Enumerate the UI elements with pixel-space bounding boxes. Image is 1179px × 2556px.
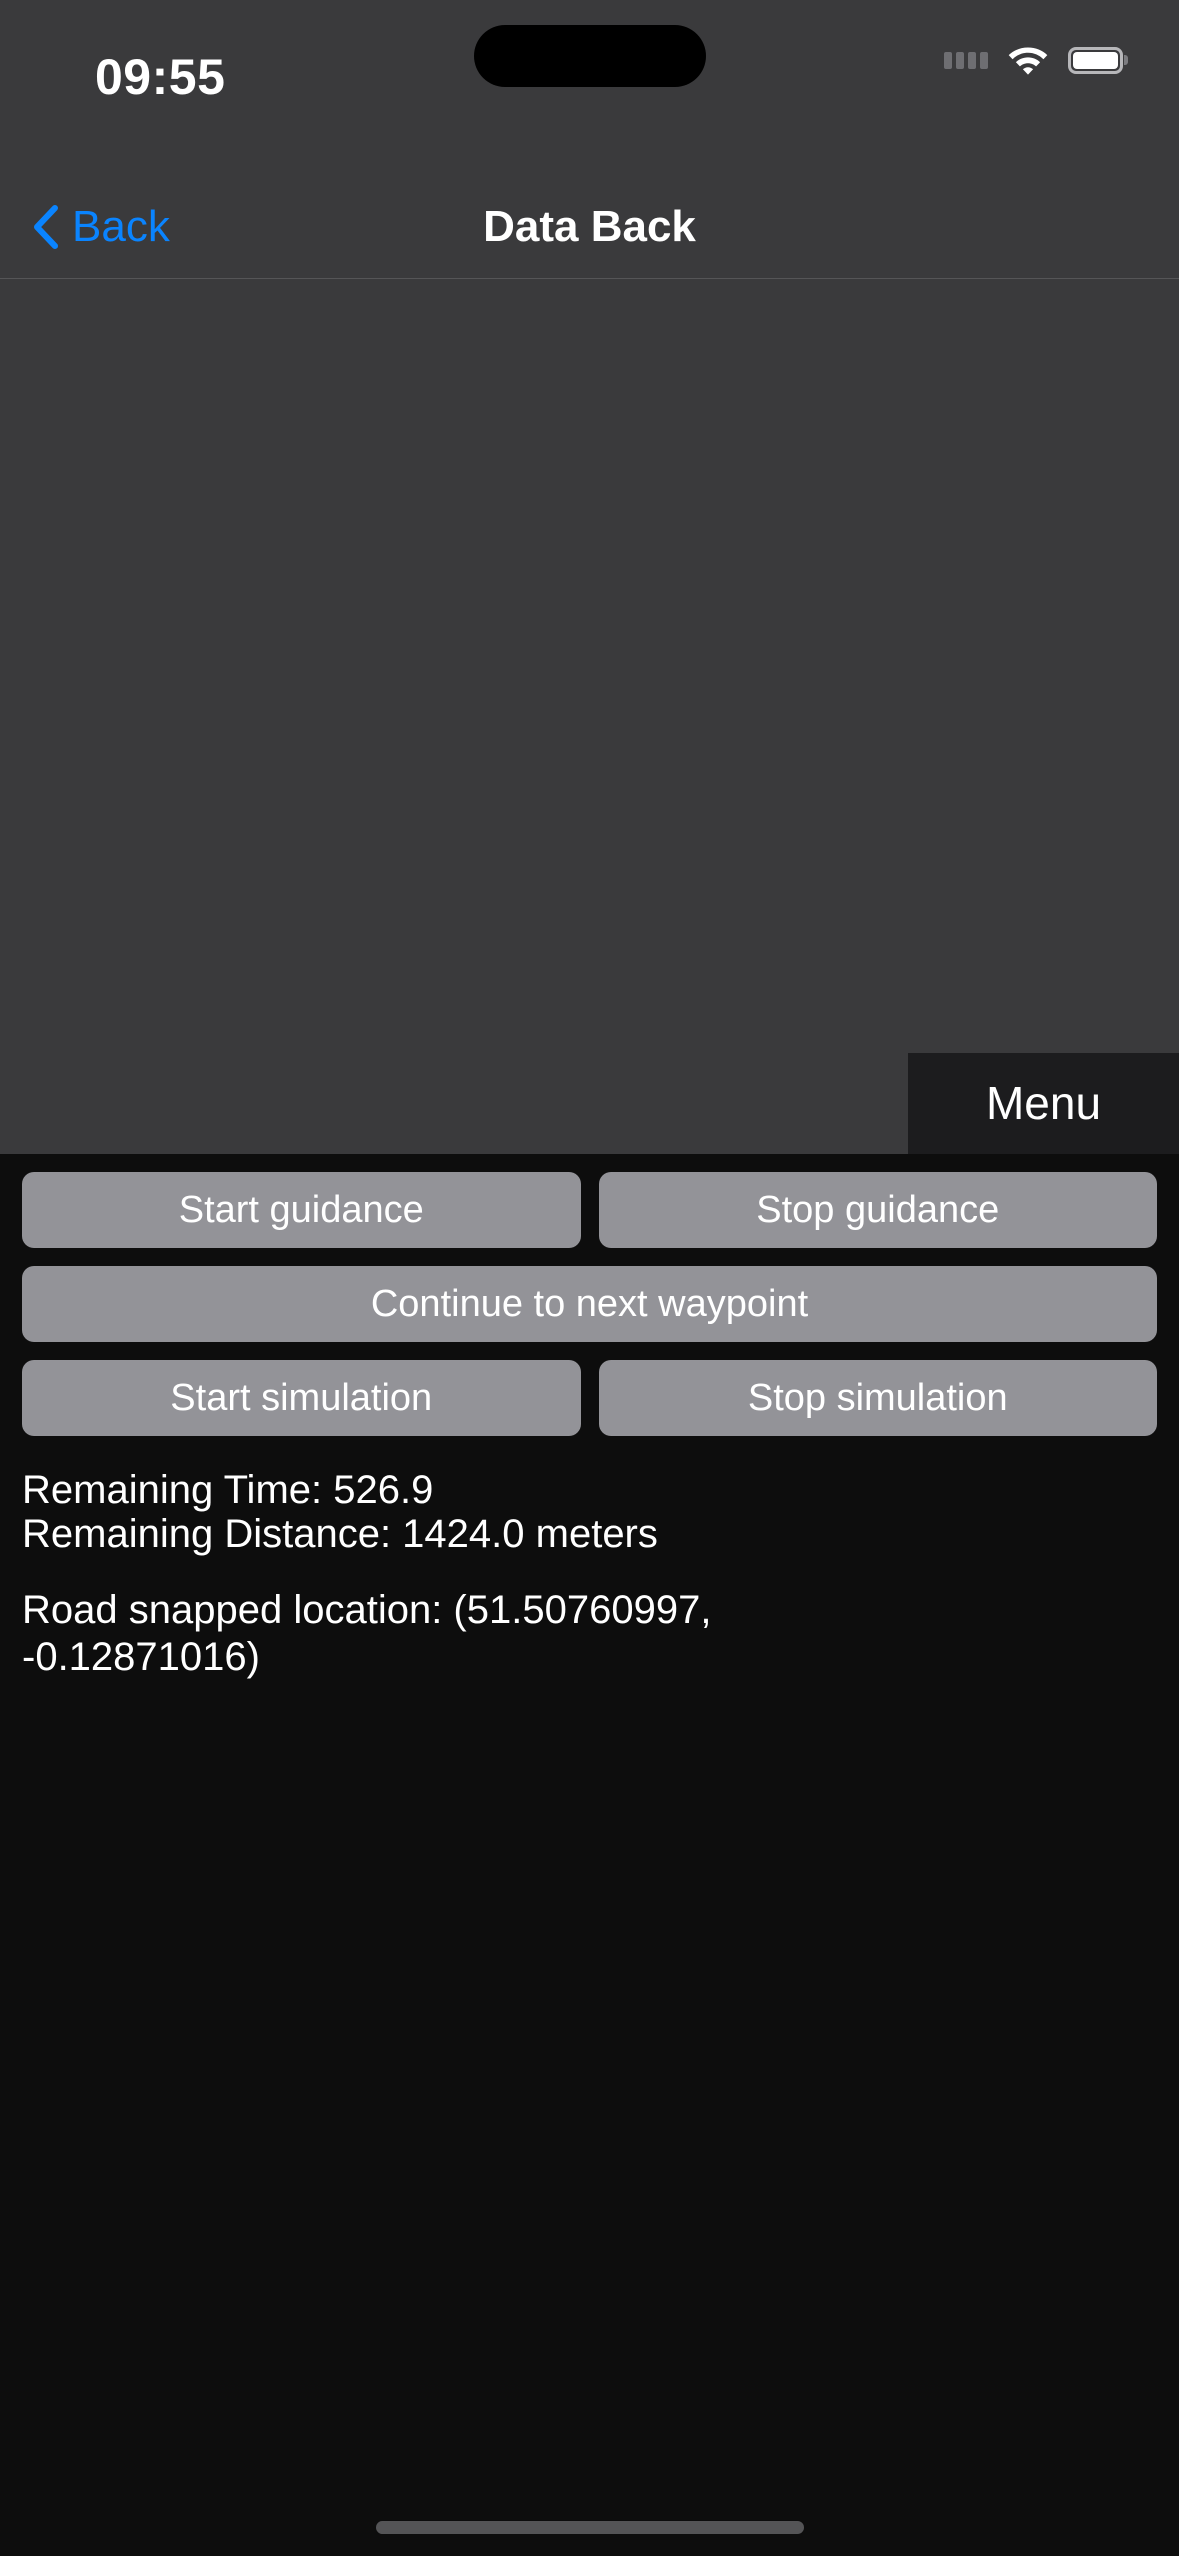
- dynamic-island: [473, 25, 706, 87]
- signal-dots-icon: [944, 51, 988, 69]
- map-view[interactable]: Menu: [0, 279, 1179, 1154]
- road-snapped-location-block: Road snapped location: (51.50760997, -0.…: [22, 1587, 1157, 1681]
- page-title: Data Back: [483, 201, 696, 251]
- stop-guidance-button[interactable]: Stop guidance: [598, 1171, 1157, 1248]
- menu-button-label: Menu: [985, 1077, 1102, 1130]
- control-panel: Start guidance Stop guidance Continue to…: [0, 1153, 1179, 1454]
- continue-to-next-waypoint-button[interactable]: Continue to next waypoint: [22, 1265, 1157, 1342]
- status-bar: 09:55: [0, 0, 1179, 175]
- start-simulation-button[interactable]: Start simulation: [22, 1359, 581, 1436]
- navigation-bar: Back Data Back: [0, 175, 1179, 279]
- remaining-distance-text: Remaining Distance: 1424.0 meters: [22, 1512, 658, 1557]
- status-bar-clock: 09:55: [95, 49, 226, 105]
- status-bar-indicators: [944, 38, 1123, 82]
- road-snapped-location-line-2: -0.12871016): [22, 1635, 260, 1680]
- start-guidance-button[interactable]: Start guidance: [22, 1171, 581, 1248]
- waypoint-button-row: Continue to next waypoint: [22, 1265, 1157, 1342]
- guidance-button-row: Start guidance Stop guidance: [22, 1171, 1157, 1248]
- home-indicator[interactable]: [375, 2521, 804, 2534]
- menu-button[interactable]: Menu: [908, 1052, 1179, 1154]
- home-indicator-area: [0, 1681, 1179, 2556]
- battery-icon: [1068, 46, 1123, 74]
- stop-simulation-button[interactable]: Stop simulation: [598, 1359, 1157, 1436]
- wifi-icon: [1007, 44, 1049, 76]
- road-snapped-location-line-1: Road snapped location: (51.50760997,: [22, 1588, 712, 1633]
- battery-fill: [1073, 51, 1118, 69]
- simulation-button-row: Start simulation Stop simulation: [22, 1359, 1157, 1436]
- phone-screen: 09:55 Back Data Back Menu Start guidance…: [0, 0, 1179, 2556]
- remaining-time-text: Remaining Time: 526.9: [22, 1467, 434, 1512]
- status-readout: Remaining Time: 526.9 Remaining Distance…: [0, 1453, 1179, 1682]
